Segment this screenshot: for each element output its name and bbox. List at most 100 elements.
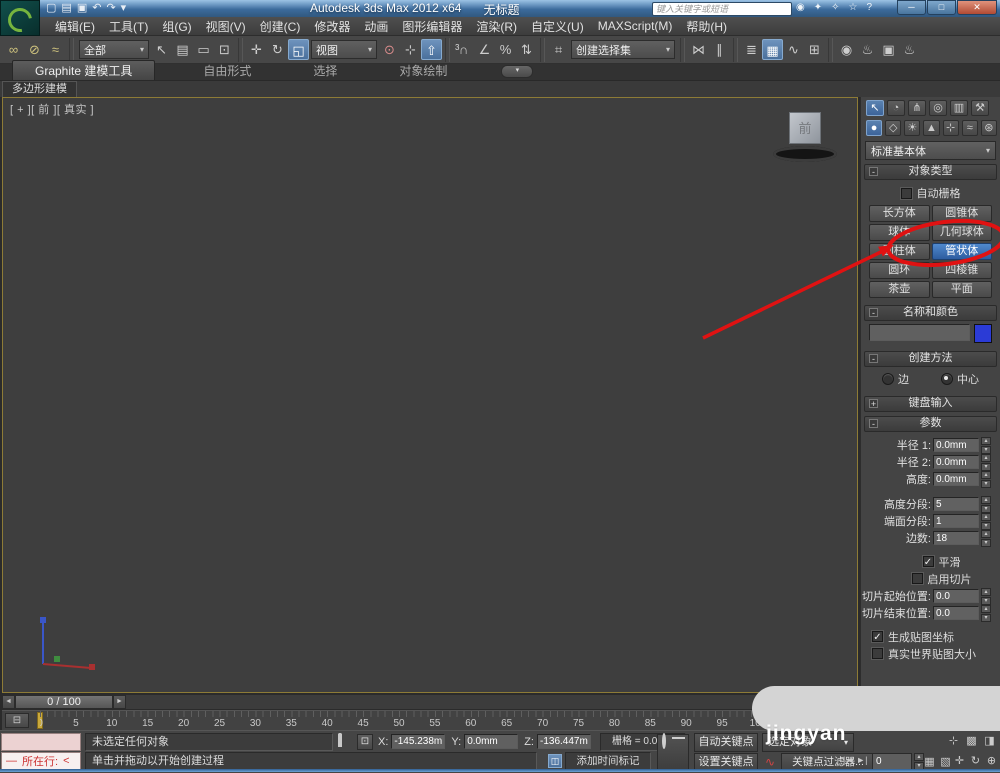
spinner-icon[interactable]: ▴▾ [981, 471, 991, 488]
mirror-icon[interactable]: ⋈ [688, 39, 709, 60]
collapse-icon[interactable]: - [869, 167, 878, 176]
object-name-input[interactable] [869, 324, 970, 341]
render-production-icon[interactable]: ♨ [899, 39, 920, 60]
search-input[interactable]: 键入关键字或短语 [652, 2, 792, 16]
object-type-button[interactable]: 圆环 [869, 262, 930, 279]
polygon-modeling-panel-tab[interactable]: 多边形建模 [2, 81, 77, 97]
menu-item[interactable]: 组(G) [155, 18, 198, 35]
checkbox-icon[interactable] [912, 573, 923, 584]
spinner-icon[interactable]: ▴▾ [981, 588, 991, 605]
parameters-rollout-header[interactable]: - 参数 [864, 416, 997, 432]
add-time-tag-button[interactable]: 添加时间标记 [565, 752, 651, 770]
param-value-field[interactable]: 0.0 [933, 589, 979, 603]
menu-item[interactable]: 编辑(E) [48, 18, 102, 35]
expand-icon[interactable]: + [869, 399, 878, 408]
menu-item[interactable]: 渲染(R) [469, 18, 524, 35]
auto-key-button[interactable]: 自动关键点 [694, 733, 758, 752]
viewport-label[interactable]: [ + ][ 前 ][ 真实 ] [10, 101, 94, 117]
time-slider-thumb[interactable]: 0 / 100 [15, 695, 113, 709]
named-selection-dropdown[interactable]: 创建选择集▾ [571, 40, 675, 59]
track-bar[interactable]: ⊟ 05101520253035404550556065707580859095… [2, 710, 858, 730]
keyboard-override-icon[interactable]: ⇧ [421, 39, 442, 60]
select-and-link-icon[interactable]: ∞ [3, 39, 24, 60]
redo-icon[interactable]: ↷ [106, 1, 115, 16]
coordinate-field[interactable]: -136.447m [537, 734, 591, 749]
next-frame-button[interactable]: ► [113, 695, 126, 709]
go-to-start-icon[interactable]: |◄ [843, 755, 854, 765]
spinner-snap-icon[interactable]: ⇅ [516, 39, 537, 60]
quick-access-caret-icon[interactable]: ▾ [121, 1, 127, 16]
close-button[interactable]: ✕ [957, 0, 997, 15]
hierarchy-tab-icon[interactable]: ⋔ [908, 100, 926, 116]
collapse-icon[interactable]: - [869, 308, 878, 317]
utilities-tab-icon[interactable]: ⚒ [971, 100, 989, 116]
graphite-ribbon-toggle-icon[interactable]: ▦ [762, 39, 783, 60]
reference-coordinate-dropdown[interactable]: 视图▾ [311, 40, 377, 59]
orbit-icon[interactable]: ↻ [968, 754, 983, 769]
creation-method-rollout-header[interactable]: - 创建方法 [864, 351, 997, 367]
maxscript-mini-listener[interactable]: — 所在行: < [1, 752, 81, 770]
viewcube[interactable]: 前 [773, 112, 837, 162]
ribbon-tab[interactable]: 自由形式 [189, 61, 265, 80]
select-and-rotate-icon[interactable]: ↻ [267, 39, 288, 60]
absolute-mode-toggle-icon[interactable]: ⊡ [357, 734, 373, 750]
app-logo-icon[interactable] [0, 0, 40, 36]
collapse-icon[interactable]: - [869, 354, 878, 363]
param-value-field[interactable]: 0.0mm [933, 472, 979, 486]
menu-item[interactable]: 修改器 [307, 18, 357, 35]
minimize-button[interactable]: ─ [897, 0, 926, 15]
new-key-curve-icon[interactable]: ∿ [762, 755, 778, 770]
unlink-selection-icon[interactable]: ⊘ [24, 39, 45, 60]
time-configuration-icon[interactable]: ▧ [938, 755, 953, 770]
rendered-frame-icon[interactable]: ▣ [878, 39, 899, 60]
name-color-rollout-header[interactable]: - 名称和颜色 [864, 305, 997, 321]
creation-method-radio[interactable]: 边 [882, 371, 909, 387]
license-key-icon[interactable]: ✦ [814, 1, 822, 15]
menu-item[interactable]: 创建(C) [253, 18, 308, 35]
ribbon-tab[interactable]: Graphite 建模工具 [12, 60, 155, 80]
select-object-icon[interactable]: ↖ [151, 39, 172, 60]
lights-icon[interactable]: ☀ [904, 120, 920, 136]
zoom-extents-icon[interactable]: ⊹ [946, 734, 961, 749]
maxscript-macro-recorder[interactable] [1, 733, 81, 751]
new-file-icon[interactable]: ▢ [46, 1, 56, 16]
object-type-button[interactable]: 圆锥体 [932, 205, 993, 222]
spinner-icon[interactable]: ▴▾ [981, 513, 991, 530]
open-file-icon[interactable]: ▤ [61, 1, 71, 16]
ribbon-tab[interactable]: 选择 [299, 61, 351, 80]
go-to-end-icon[interactable]: ►| [856, 755, 867, 765]
percent-snap-icon[interactable]: % [495, 39, 516, 60]
object-type-button[interactable]: 长方体 [869, 205, 930, 222]
menu-item[interactable]: 图形编辑器 [395, 18, 469, 35]
align-icon[interactable]: ∥ [709, 39, 730, 60]
primitive-category-dropdown[interactable]: 标准基本体 ▾ [865, 141, 996, 160]
display-tab-icon[interactable]: ▥ [950, 100, 968, 116]
mini-curve-editor-button[interactable]: ⊟ [5, 713, 29, 728]
creation-method-radio[interactable]: 中心 [941, 371, 979, 387]
edit-named-selections-icon[interactable]: ⌗ [548, 39, 569, 60]
set-keys-button[interactable] [657, 734, 689, 770]
systems-icon[interactable]: ⊛ [981, 120, 997, 136]
zoom-extents-all-icon[interactable]: ▩ [964, 734, 979, 749]
search-binoculars-icon[interactable]: ◉ [796, 1, 805, 15]
spinner-icon[interactable]: ▴▾ [981, 437, 991, 454]
spinner-icon[interactable]: ▴▾ [981, 605, 991, 622]
help-icon[interactable]: ? [866, 1, 872, 15]
ribbon-minimize-button[interactable]: ▾ [501, 65, 533, 78]
save-file-icon[interactable]: ▣ [77, 1, 87, 16]
menu-item[interactable]: 自定义(U) [524, 18, 591, 35]
snap-toggle-3d-icon[interactable]: ∩3 [453, 39, 474, 60]
space-warps-icon[interactable]: ≈ [962, 120, 978, 136]
selection-lock-icon[interactable] [338, 735, 353, 750]
modify-tab-icon[interactable]: ◔ [887, 100, 905, 116]
object-type-rollout-header[interactable]: - 对象类型 [864, 164, 997, 180]
layer-manager-icon[interactable]: ≣ [741, 39, 762, 60]
menu-item[interactable]: 视图(V) [199, 18, 253, 35]
cameras-icon[interactable]: ▲ [923, 120, 939, 136]
keyboard-entry-rollout-header[interactable]: + 键盘输入 [864, 396, 997, 412]
maximize-viewport-toggle-icon[interactable]: ◨ [982, 734, 997, 749]
object-type-button[interactable]: 球体 [869, 224, 930, 241]
window-crossing-icon[interactable]: ⊡ [214, 39, 235, 60]
param-value-field[interactable]: 1 [933, 514, 979, 528]
spinner-icon[interactable]: ▴▾ [981, 496, 991, 513]
